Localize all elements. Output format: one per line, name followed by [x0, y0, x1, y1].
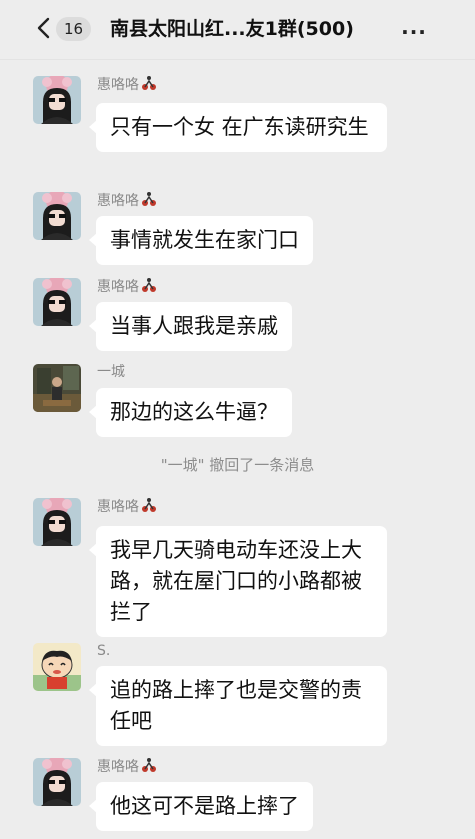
more-options-button[interactable]: ... — [400, 14, 428, 40]
rider-emoji-icon — [141, 757, 157, 778]
sender-name: 惠咯咯 — [97, 277, 157, 298]
girl-avatar[interactable] — [33, 498, 81, 546]
sender-name: 惠咯咯 — [97, 757, 157, 778]
girl-avatar[interactable] — [33, 76, 81, 124]
girl-avatar[interactable] — [33, 278, 81, 326]
message-bubble[interactable]: 追的路上摔了也是交警的责任吧 — [89, 666, 387, 746]
rider-emoji-icon — [141, 277, 157, 298]
rider-emoji-icon — [141, 497, 157, 518]
sender-name: 惠咯咯 — [97, 75, 157, 96]
girl-avatar[interactable] — [33, 192, 81, 240]
recall-notice: "一城" 撤回了一条消息 — [160, 456, 315, 474]
rider-emoji-icon — [141, 191, 157, 212]
girl-avatar[interactable] — [33, 758, 81, 806]
back-chevron-icon[interactable] — [34, 16, 54, 40]
message-bubble[interactable]: 事情就发生在家门口 — [89, 216, 313, 265]
chat-header: 16 南县太阳山红...友1群(500) ... — [0, 0, 475, 60]
rider-emoji-icon — [141, 75, 157, 96]
chat-title: 南县太阳山红...友1群(500) — [110, 18, 354, 40]
sender-name: 一城 — [97, 364, 125, 380]
message-bubble[interactable]: 那边的这么牛逼？ — [89, 388, 292, 437]
cartoon-avatar[interactable] — [33, 643, 81, 691]
sender-name: 惠咯咯 — [97, 191, 157, 212]
photo-avatar[interactable] — [33, 364, 81, 412]
sender-name: S. — [97, 643, 111, 659]
message-bubble[interactable]: 当事人跟我是亲戚 — [89, 302, 292, 351]
sender-name: 惠咯咯 — [97, 497, 157, 518]
message-bubble[interactable]: 他这可不是路上摔了 — [89, 782, 313, 831]
message-bubble[interactable]: 我早几天骑电动车还没上大路，就在屋门口的小路都被拦了 — [89, 526, 387, 637]
message-bubble[interactable]: 只有一个女 在广东读研究生 — [89, 103, 387, 152]
unread-count-badge[interactable]: 16 — [56, 17, 92, 41]
